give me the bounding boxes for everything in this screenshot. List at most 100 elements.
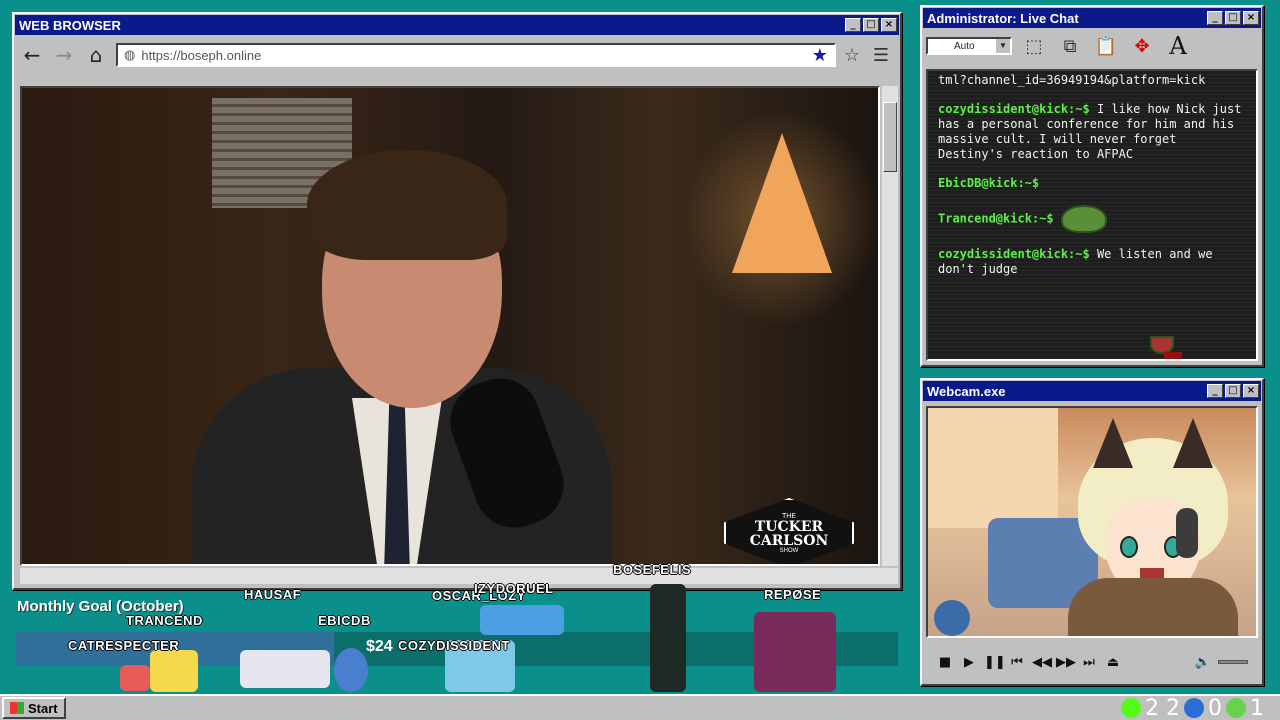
menu-icon[interactable]: ☰	[868, 45, 894, 66]
viewer-sprite	[480, 605, 564, 635]
avatar-body	[1068, 578, 1238, 636]
forward-arrow-icon[interactable]: →	[52, 43, 76, 67]
message-text: tml?channel_id=36949194&platform=kick	[938, 73, 1206, 87]
copy-icon[interactable]: ⧉	[1056, 33, 1084, 59]
windows-logo-icon	[10, 702, 24, 714]
avatar-left-eye	[1120, 536, 1138, 558]
logo-line2b: CARLSON	[749, 532, 829, 549]
horizontal-scrollbar[interactable]	[20, 568, 898, 584]
bookmark-star-icon[interactable]: ★	[812, 45, 828, 66]
viewer-name: COZYDISSIDENT	[398, 638, 510, 653]
viewer-sprite	[754, 612, 836, 692]
close-button[interactable]: ×	[1243, 11, 1259, 25]
play-count: 1	[1250, 695, 1264, 720]
minimize-button[interactable]: _	[1207, 11, 1223, 25]
browser-toolbar: ← → ⌂ ◍ https://boseph.online ★ ☆ ☰	[14, 36, 900, 74]
pause-icon[interactable]: ❚❚	[984, 655, 1006, 670]
browser-window: WEB BROWSER _ □ × ← → ⌂ ◍ https://boseph…	[12, 12, 902, 590]
chat-message: cozydissident@kick:~$ I like how Nick ju…	[938, 102, 1246, 162]
chat-message: Trancend@kick:~$	[938, 205, 1246, 233]
chat-log[interactable]: tml?channel_id=36949194&platform=kick co…	[926, 69, 1258, 361]
logo-line3: SHOW	[779, 547, 799, 554]
media-controls: ■ ▶ ❚❚ ⏮ ◀◀ ▶▶ ⏭ ⏏ 🔈	[926, 648, 1258, 676]
maximize-button[interactable]: □	[1225, 11, 1241, 25]
vertical-scrollbar[interactable]	[882, 86, 898, 566]
kick-icon[interactable]	[1121, 698, 1141, 718]
viewer-name: REPØSE	[764, 587, 822, 602]
webcam-feed	[926, 406, 1258, 638]
chat-message: tml?channel_id=36949194&platform=kick	[938, 73, 1246, 88]
viewer-name: IZYDORUEL	[474, 581, 554, 596]
maximize-button[interactable]: □	[863, 18, 879, 32]
moon-icon[interactable]	[1184, 698, 1204, 718]
video-viewport[interactable]: THE TUCKER CARLSON SHOW	[20, 86, 880, 566]
skip-back-icon[interactable]: ⏮	[1008, 655, 1026, 670]
chat-toolbar: Auto ▼ ⬚ ⧉ 📋 ✥ A	[922, 29, 1262, 63]
stop-icon[interactable]: ■	[936, 655, 954, 670]
close-button[interactable]: ×	[1243, 384, 1259, 398]
paste-icon[interactable]: 📋	[1092, 33, 1120, 59]
message-user: cozydissident@kick:~$	[938, 247, 1090, 261]
volume-slider[interactable]	[1218, 660, 1248, 664]
shelf	[928, 408, 1058, 528]
home-icon[interactable]: ⌂	[84, 43, 108, 67]
zoom-select[interactable]: Auto ▼	[926, 37, 1012, 55]
eject-icon[interactable]: ⏏	[1104, 655, 1122, 670]
viewer-sprite	[120, 665, 150, 691]
zoom-value: Auto	[954, 40, 975, 52]
move-icon[interactable]: ✥	[1128, 33, 1156, 59]
skip-forward-icon[interactable]: ⏭	[1080, 655, 1098, 670]
viewer-name: BOSEFELIS	[613, 562, 692, 577]
chat-message: cozydissident@kick:~$ We listen and we d…	[938, 247, 1246, 277]
message-user: Trancend@kick:~$	[938, 211, 1054, 226]
play-circle-icon[interactable]	[1226, 698, 1246, 718]
maximize-button[interactable]: □	[1225, 384, 1241, 398]
cup	[934, 600, 970, 636]
viewer-name: EBICDB	[318, 613, 371, 628]
start-button[interactable]: Start	[2, 697, 66, 719]
goal-amount: $24	[366, 638, 393, 655]
pepe-scream-emote-icon	[1150, 336, 1182, 359]
viewer-sprite	[240, 650, 330, 688]
favorites-star-icon[interactable]: ☆	[844, 45, 860, 66]
viewer-name: CATRESPECTER	[68, 638, 180, 653]
browser-title: WEB BROWSER	[19, 17, 121, 33]
chat-titlebar[interactable]: Administrator: Live Chat _ □ ×	[923, 8, 1261, 28]
play-icon[interactable]: ▶	[960, 655, 978, 670]
speaker-hair	[307, 150, 507, 260]
chat-message: EbicDB@kick:~$	[938, 176, 1246, 359]
kick-count: 2 2	[1145, 695, 1180, 720]
minimize-button[interactable]: _	[1207, 384, 1223, 398]
taskbar: Start 2 2 0 1	[0, 694, 1280, 720]
fast-forward-icon[interactable]: ▶▶	[1056, 655, 1076, 670]
browser-titlebar[interactable]: WEB BROWSER _ □ ×	[15, 15, 899, 35]
viewer-sprite	[150, 650, 198, 692]
scroll-thumb[interactable]	[883, 102, 897, 172]
viewer-sprite	[650, 584, 686, 692]
start-label: Start	[28, 700, 58, 716]
select-icon[interactable]: ⬚	[1020, 33, 1048, 59]
font-icon[interactable]: A	[1164, 32, 1192, 60]
url-text[interactable]: https://boseph.online	[141, 48, 805, 63]
viewer-sprite	[334, 648, 368, 692]
lamp	[732, 133, 832, 273]
back-arrow-icon[interactable]: ←	[20, 43, 44, 67]
address-bar[interactable]: ◍ https://boseph.online ★	[116, 43, 836, 67]
volume-icon[interactable]: 🔈	[1194, 655, 1212, 670]
system-tray: 2 2 0 1	[1121, 696, 1278, 720]
moon-count: 0	[1208, 695, 1222, 720]
webcam-titlebar[interactable]: Webcam.exe _ □ ×	[923, 381, 1261, 401]
message-user: cozydissident@kick:~$	[938, 102, 1090, 116]
webcam-title: Webcam.exe	[927, 383, 1006, 399]
globe-icon: ◍	[124, 47, 136, 63]
headset	[1176, 508, 1198, 558]
close-button[interactable]: ×	[881, 18, 897, 32]
chevron-down-icon[interactable]: ▼	[996, 39, 1010, 53]
logo-line2a: TUCKER	[754, 518, 824, 535]
chat-window: Administrator: Live Chat _ □ × Auto ▼ ⬚ …	[920, 5, 1264, 367]
webcam-window: Webcam.exe _ □ × ■ ▶ ❚❚ ⏮ ◀◀ ▶▶ ⏭ ⏏ 🔈	[920, 378, 1264, 686]
minimize-button[interactable]: _	[845, 18, 861, 32]
message-user: EbicDB@kick:~$	[938, 176, 1040, 190]
rewind-icon[interactable]: ◀◀	[1032, 655, 1052, 670]
pepe-frog-emote-icon	[1060, 205, 1107, 233]
